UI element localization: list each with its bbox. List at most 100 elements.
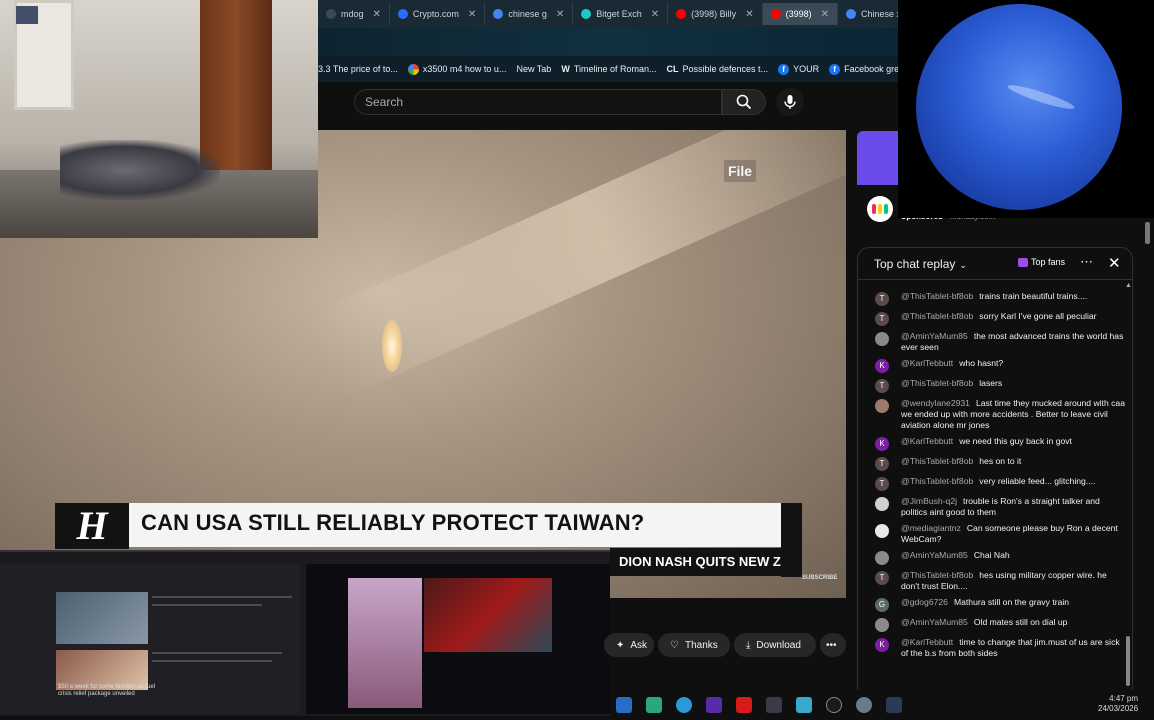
chat-message[interactable]: @wendylane2931 Last time they mucked arou… — [858, 395, 1126, 433]
chat-message[interactable]: @JimBush-q2j trouble is Ron's a straight … — [858, 493, 1126, 520]
chat-message[interactable]: T @ThisTablet-bf8ob sorry Karl I've gone a… — [858, 308, 1126, 328]
taskbar-app-icon[interactable] — [796, 697, 812, 713]
scroll-up-arrow-icon[interactable]: ▲ — [1125, 282, 1132, 289]
avatar[interactable]: T — [875, 292, 889, 306]
avatar[interactable] — [875, 332, 889, 346]
avatar[interactable] — [875, 497, 889, 511]
avatar[interactable] — [875, 618, 889, 632]
chat-message-body: @ThisTablet-bf8ob trains train beautiful … — [901, 290, 1126, 302]
bookmark-item[interactable]: New Tab — [516, 64, 551, 74]
thanks-heart-icon: ♡ — [670, 639, 679, 651]
chat-mode-dropdown[interactable]: Top chat replay ⌄ — [874, 257, 967, 271]
google-icon — [407, 63, 419, 75]
taskbar-app-icon[interactable] — [886, 697, 902, 713]
chat-message[interactable]: T @ThisTablet-bf8ob hes on to it — [858, 453, 1126, 473]
download-button[interactable]: ⤓ Download — [734, 633, 816, 657]
page-scrollbar[interactable] — [1145, 222, 1150, 244]
chat-message-body: @JimBush-q2j trouble is Ron's a straight … — [901, 495, 1126, 518]
taskbar-app-icon[interactable] — [616, 697, 632, 713]
settings-icon[interactable] — [856, 697, 872, 713]
browser-tab[interactable]: Bitget Exch ✕ — [573, 3, 669, 25]
avatar[interactable] — [875, 399, 889, 413]
avatar[interactable]: T — [875, 477, 889, 491]
chat-author[interactable]: @AminYaMum85 — [901, 331, 968, 341]
chat-author[interactable]: @AminYaMum85 — [901, 617, 968, 627]
chat-author[interactable]: @ThisTablet-bf8ob — [901, 570, 973, 580]
chat-author[interactable]: @ThisTablet-bf8ob — [901, 456, 973, 466]
browser-tab[interactable]: mdog ✕ — [318, 3, 390, 25]
avatar[interactable]: G — [875, 598, 889, 612]
chat-message[interactable]: T @ThisTablet-bf8ob lasers — [858, 375, 1126, 395]
voice-search-button[interactable] — [776, 88, 804, 116]
chat-message[interactable]: K @KarlTebbutt who hasnt? — [858, 355, 1126, 375]
telegram-icon[interactable] — [676, 697, 692, 713]
bookmark-item[interactable]: CL Possible defences t... — [667, 64, 769, 74]
avatar[interactable]: T — [875, 312, 889, 326]
wikipedia-icon: W — [561, 64, 570, 74]
chat-message[interactable]: K @KarlTebbutt we need this guy back in go… — [858, 433, 1126, 453]
chat-author[interactable]: @KarlTebbutt — [901, 637, 953, 647]
chat-scrollbar[interactable] — [1126, 636, 1130, 686]
avatar[interactable]: T — [875, 571, 889, 585]
chat-author[interactable]: @ThisTablet-bf8ob — [901, 311, 973, 321]
chat-author[interactable]: @wendylane2931 — [901, 398, 970, 408]
ask-button[interactable]: ✦ Ask — [604, 633, 654, 657]
chat-message[interactable]: @AminYaMum85 Chai Nah — [858, 547, 1126, 567]
taskbar-app-icon[interactable] — [706, 697, 722, 713]
close-tab-icon[interactable]: ✕ — [651, 9, 659, 20]
browser-tab[interactable]: (3998) Billy ✕ — [668, 3, 763, 25]
chat-author[interactable]: @mediagiantnz — [901, 523, 961, 533]
chat-message[interactable]: @mediagiantnz Can someone please buy Ron … — [858, 520, 1126, 547]
avatar[interactable]: K — [875, 437, 889, 451]
chat-author[interactable]: @JimBush-q2j — [901, 496, 957, 506]
bookmark-item[interactable]: x3500 m4 how to u... — [407, 63, 506, 75]
chat-message[interactable]: K @KarlTebbutt time to change that jim.mus… — [858, 634, 1126, 661]
thanks-label: Thanks — [684, 639, 718, 651]
chat-message[interactable]: G @gdog6726 Mathura still on the gravy tra… — [858, 594, 1126, 614]
chat-author[interactable]: @ThisTablet-bf8ob — [901, 291, 973, 301]
bookmark-item[interactable]: W Timeline of Roman... — [561, 64, 656, 74]
chat-author[interactable]: @ThisTablet-bf8ob — [901, 378, 973, 388]
avatar[interactable]: T — [875, 457, 889, 471]
bookmark-item[interactable]: fFacebook green — [829, 63, 898, 75]
taskbar-app-icon[interactable] — [646, 697, 662, 713]
avatar[interactable] — [875, 551, 889, 565]
chat-message[interactable]: T @ThisTablet-bf8ob hes using military cop… — [858, 567, 1126, 594]
gamepad-icon[interactable] — [766, 697, 782, 713]
avatar[interactable]: K — [875, 359, 889, 373]
chat-message[interactable]: T @ThisTablet-bf8ob trains train beautiful… — [858, 288, 1126, 308]
chat-author[interactable]: @ThisTablet-bf8ob — [901, 476, 973, 486]
obs-icon[interactable] — [826, 697, 842, 713]
avatar[interactable]: K — [875, 638, 889, 652]
chat-message[interactable]: T @ThisTablet-bf8ob very reliable feed... … — [858, 473, 1126, 493]
bookmark-item[interactable]: f YOUR — [778, 63, 819, 75]
search-input[interactable]: Search — [354, 89, 722, 115]
top-fans-button[interactable]: Top fans — [1018, 257, 1065, 267]
chat-author[interactable]: @AminYaMum85 — [901, 550, 968, 560]
close-tab-icon[interactable]: ✕ — [556, 9, 564, 20]
bookmark-item[interactable]: 3.3 The price of to... — [318, 64, 398, 74]
chat-message[interactable]: @AminYaMum85 Old mates still on dial up — [858, 614, 1126, 634]
thanks-button[interactable]: ♡ Thanks — [658, 633, 730, 657]
bookmark-label: Facebook green — [844, 64, 898, 74]
browser-tab[interactable]: (3998) ✕ — [762, 3, 838, 25]
close-tab-icon[interactable]: ✕ — [745, 9, 753, 20]
chat-author[interactable]: @gdog6726 — [901, 597, 948, 607]
close-tab-icon[interactable]: ✕ — [821, 9, 829, 20]
chat-author[interactable]: @KarlTebbutt — [901, 358, 953, 368]
chat-message[interactable]: @AminYaMum85 the most advanced trains the… — [858, 328, 1126, 355]
more-actions-button[interactable]: ••• — [820, 633, 846, 657]
close-tab-icon[interactable]: ✕ — [468, 9, 476, 20]
avatar[interactable] — [875, 524, 889, 538]
search-button[interactable] — [722, 89, 766, 115]
more-options-icon[interactable]: ⋯ — [1080, 254, 1093, 270]
sponsored-thumbnail[interactable] — [857, 131, 899, 185]
chat-author[interactable]: @KarlTebbutt — [901, 436, 953, 446]
close-tab-icon[interactable]: ✕ — [373, 9, 381, 20]
system-clock[interactable]: 4:47 pm 24/03/2026 — [1098, 694, 1138, 714]
browser-tab[interactable]: chinese g ✕ — [485, 3, 574, 25]
close-icon[interactable]: ✕ — [1108, 254, 1121, 272]
browser-tab[interactable]: Crypto.com ✕ — [390, 3, 486, 25]
taskbar-app-icon[interactable] — [736, 697, 752, 713]
avatar[interactable]: T — [875, 379, 889, 393]
